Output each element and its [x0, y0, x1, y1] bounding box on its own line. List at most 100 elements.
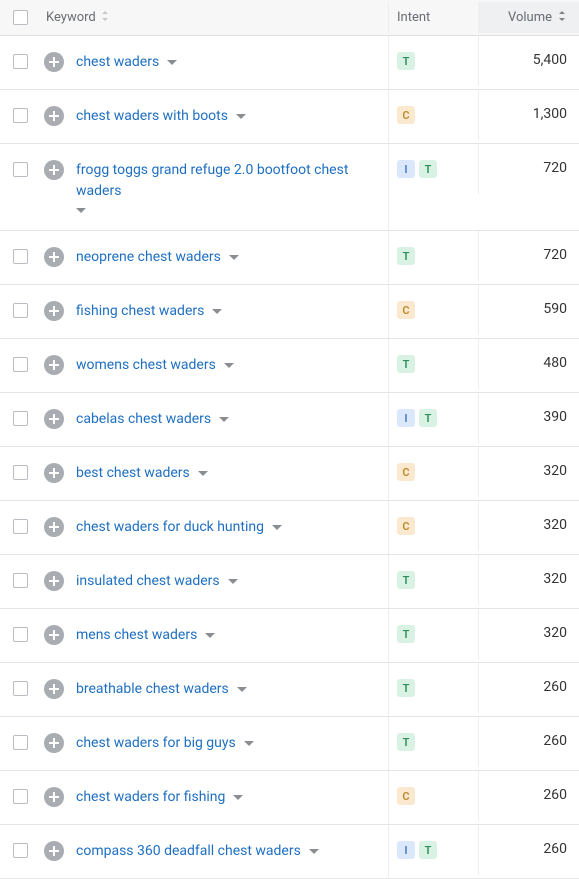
volume-value: 260	[543, 841, 567, 857]
chevron-down-icon[interactable]	[219, 417, 229, 423]
volume-value: 320	[543, 571, 567, 587]
volume-value: 260	[543, 733, 567, 749]
add-keyword-icon[interactable]	[44, 409, 64, 429]
chevron-down-icon[interactable]	[212, 309, 222, 315]
row-checkbox[interactable]	[13, 357, 28, 372]
chevron-down-icon[interactable]	[237, 687, 247, 693]
table-row: chest waders for fishing C 260	[0, 771, 579, 825]
keyword-link[interactable]: mens chest waders	[76, 625, 197, 646]
keyword-link[interactable]: chest waders for fishing	[76, 787, 225, 808]
intent-badge: I	[397, 841, 415, 859]
table-header: Keyword Intent Volume	[0, 0, 579, 36]
keyword-link[interactable]: chest waders with boots	[76, 106, 228, 127]
add-keyword-icon[interactable]	[44, 463, 64, 483]
column-header-intent[interactable]: Intent	[397, 10, 430, 25]
add-keyword-icon[interactable]	[44, 160, 64, 180]
chevron-down-icon[interactable]	[236, 114, 246, 120]
row-checkbox[interactable]	[13, 108, 28, 123]
intent-badge: T	[397, 625, 415, 643]
keyword-table: Keyword Intent Volume chest waders T 5,400…	[0, 0, 579, 879]
volume-value: 5,400	[533, 52, 567, 68]
volume-value: 320	[543, 625, 567, 641]
volume-value: 320	[543, 517, 567, 533]
intent-badge: C	[397, 106, 415, 124]
add-keyword-icon[interactable]	[44, 625, 64, 645]
select-all-checkbox[interactable]	[13, 10, 28, 25]
add-keyword-icon[interactable]	[44, 841, 64, 861]
keyword-link[interactable]: breathable chest waders	[76, 679, 229, 700]
keyword-link[interactable]: frogg toggs grand refuge 2.0 bootfoot ch…	[76, 160, 376, 202]
keyword-link[interactable]: womens chest waders	[76, 355, 216, 376]
keyword-link[interactable]: insulated chest waders	[76, 571, 220, 592]
keyword-link[interactable]: neoprene chest waders	[76, 247, 221, 268]
intent-badge: I	[397, 409, 415, 427]
table-row: fishing chest wadersC590	[0, 285, 579, 339]
volume-value: 390	[543, 409, 567, 425]
row-checkbox[interactable]	[13, 162, 28, 177]
add-keyword-icon[interactable]	[44, 571, 64, 591]
table-row: womens chest wadersT480	[0, 339, 579, 393]
row-checkbox[interactable]	[13, 843, 28, 858]
row-checkbox[interactable]	[13, 519, 28, 534]
intent-badge: I	[397, 160, 415, 178]
column-header-volume[interactable]: Volume	[508, 10, 567, 25]
keyword-link[interactable]: chest waders for duck hunting	[76, 517, 264, 538]
row-checkbox[interactable]	[13, 303, 28, 318]
row-checkbox[interactable]	[13, 465, 28, 480]
chevron-down-icon[interactable]	[309, 849, 319, 855]
chevron-down-icon[interactable]	[272, 525, 282, 531]
intent-badge: T	[419, 841, 437, 859]
chevron-down-icon[interactable]	[224, 363, 234, 369]
add-keyword-icon[interactable]	[44, 106, 64, 126]
row-checkbox[interactable]	[13, 54, 28, 69]
intent-badge: T	[397, 733, 415, 751]
intent-badge: C	[397, 787, 415, 805]
chevron-down-icon[interactable]	[205, 633, 215, 639]
volume-value: 320	[543, 463, 567, 479]
add-keyword-icon[interactable]	[44, 679, 64, 699]
chevron-down-icon[interactable]	[228, 579, 238, 585]
volume-value: 590	[543, 301, 567, 317]
add-keyword-icon[interactable]	[44, 301, 64, 321]
table-row: chest waders with bootsC1,300	[0, 90, 579, 144]
intent-badge: T	[397, 355, 415, 373]
row-checkbox[interactable]	[13, 249, 28, 264]
chevron-down-icon[interactable]	[229, 255, 239, 261]
chevron-down-icon[interactable]	[76, 208, 86, 214]
keyword-link[interactable]: chest waders	[76, 52, 159, 73]
add-keyword-icon[interactable]	[44, 355, 64, 375]
row-checkbox[interactable]	[13, 789, 28, 804]
row-checkbox[interactable]	[13, 735, 28, 750]
chevron-down-icon[interactable]	[198, 471, 208, 477]
sort-icon	[557, 10, 567, 25]
add-keyword-icon[interactable]	[44, 733, 64, 753]
intent-badge: T	[419, 160, 437, 178]
add-keyword-icon[interactable]	[44, 247, 64, 267]
sort-icon	[100, 10, 110, 25]
add-keyword-icon[interactable]	[44, 787, 64, 807]
row-checkbox[interactable]	[13, 681, 28, 696]
chevron-down-icon[interactable]	[233, 795, 243, 801]
add-keyword-icon[interactable]	[44, 517, 64, 537]
intent-badge: T	[397, 679, 415, 697]
add-keyword-icon[interactable]	[44, 52, 64, 72]
column-header-keyword[interactable]: Keyword	[44, 10, 110, 25]
table-row: cabelas chest waders IT 390	[0, 393, 579, 447]
row-checkbox[interactable]	[13, 573, 28, 588]
intent-badge: T	[397, 52, 415, 70]
intent-badge: T	[419, 409, 437, 427]
column-header-intent-label: Intent	[397, 10, 430, 25]
keyword-link[interactable]: best chest waders	[76, 463, 190, 484]
row-checkbox[interactable]	[13, 627, 28, 642]
keyword-link[interactable]: compass 360 deadfall chest waders	[76, 841, 301, 862]
table-row: chest waders for duck hunting C 320	[0, 501, 579, 555]
intent-badge: C	[397, 517, 415, 535]
volume-value: 260	[543, 787, 567, 803]
chevron-down-icon[interactable]	[167, 60, 177, 66]
keyword-link[interactable]: fishing chest waders	[76, 301, 204, 322]
chevron-down-icon[interactable]	[244, 741, 254, 747]
row-checkbox[interactable]	[13, 411, 28, 426]
keyword-link[interactable]: chest waders for big guys	[76, 733, 236, 754]
keyword-link[interactable]: cabelas chest waders	[76, 409, 211, 430]
intent-badge: T	[397, 571, 415, 589]
